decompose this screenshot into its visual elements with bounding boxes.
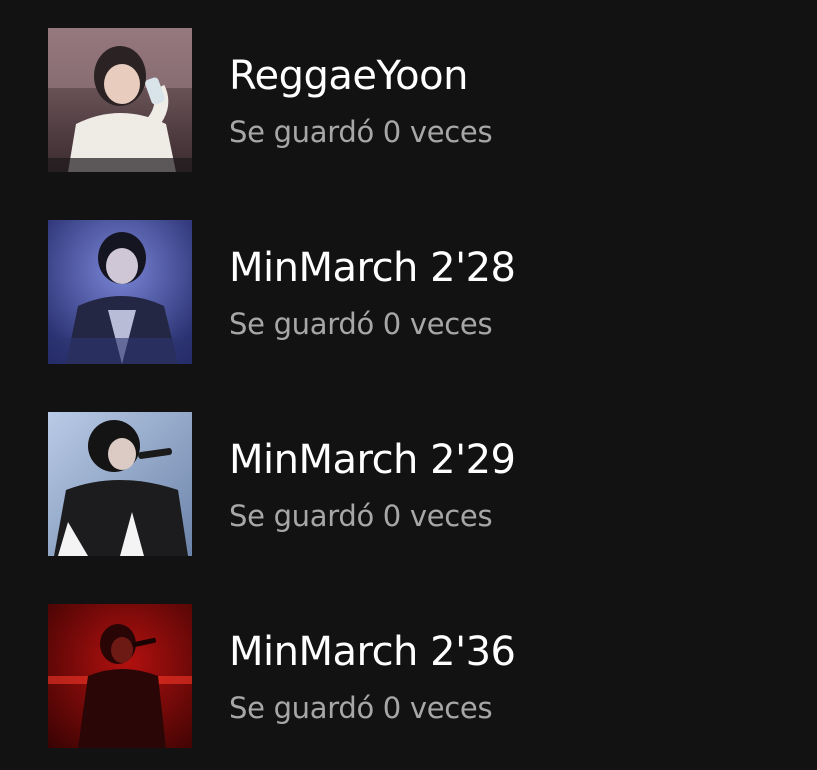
playlist-cover-image [48,220,192,364]
playlist-title: MinMarch 2'29 [229,437,516,483]
playlist-title: MinMarch 2'36 [229,629,516,675]
playlist-saves-count: Se guardó 0 veces [229,307,493,341]
person-photo-icon [48,412,192,556]
playlist-row-reggaeyoon[interactable]: ReggaeYoon Se guardó 0 veces [0,28,817,172]
playlist-saves-count: Se guardó 0 veces [229,499,493,533]
playlist-cover-image [48,604,192,748]
playlist-list: ReggaeYoon Se guardó 0 veces MinMarch 2'… [0,0,817,770]
person-photo-icon [48,604,192,748]
playlist-row-minmarch-229[interactable]: MinMarch 2'29 Se guardó 0 veces [0,412,817,556]
person-photo-icon [48,28,192,172]
playlist-saves-count: Se guardó 0 veces [229,115,493,149]
playlist-title: ReggaeYoon [229,53,468,99]
playlist-title: MinMarch 2'28 [229,245,516,291]
playlist-row-minmarch-228[interactable]: MinMarch 2'28 Se guardó 0 veces [0,220,817,364]
playlist-cover-image [48,28,192,172]
playlist-row-minmarch-236[interactable]: MinMarch 2'36 Se guardó 0 veces [0,604,817,748]
playlist-saves-count: Se guardó 0 veces [229,691,493,725]
person-photo-icon [48,220,192,364]
playlist-cover-image [48,412,192,556]
